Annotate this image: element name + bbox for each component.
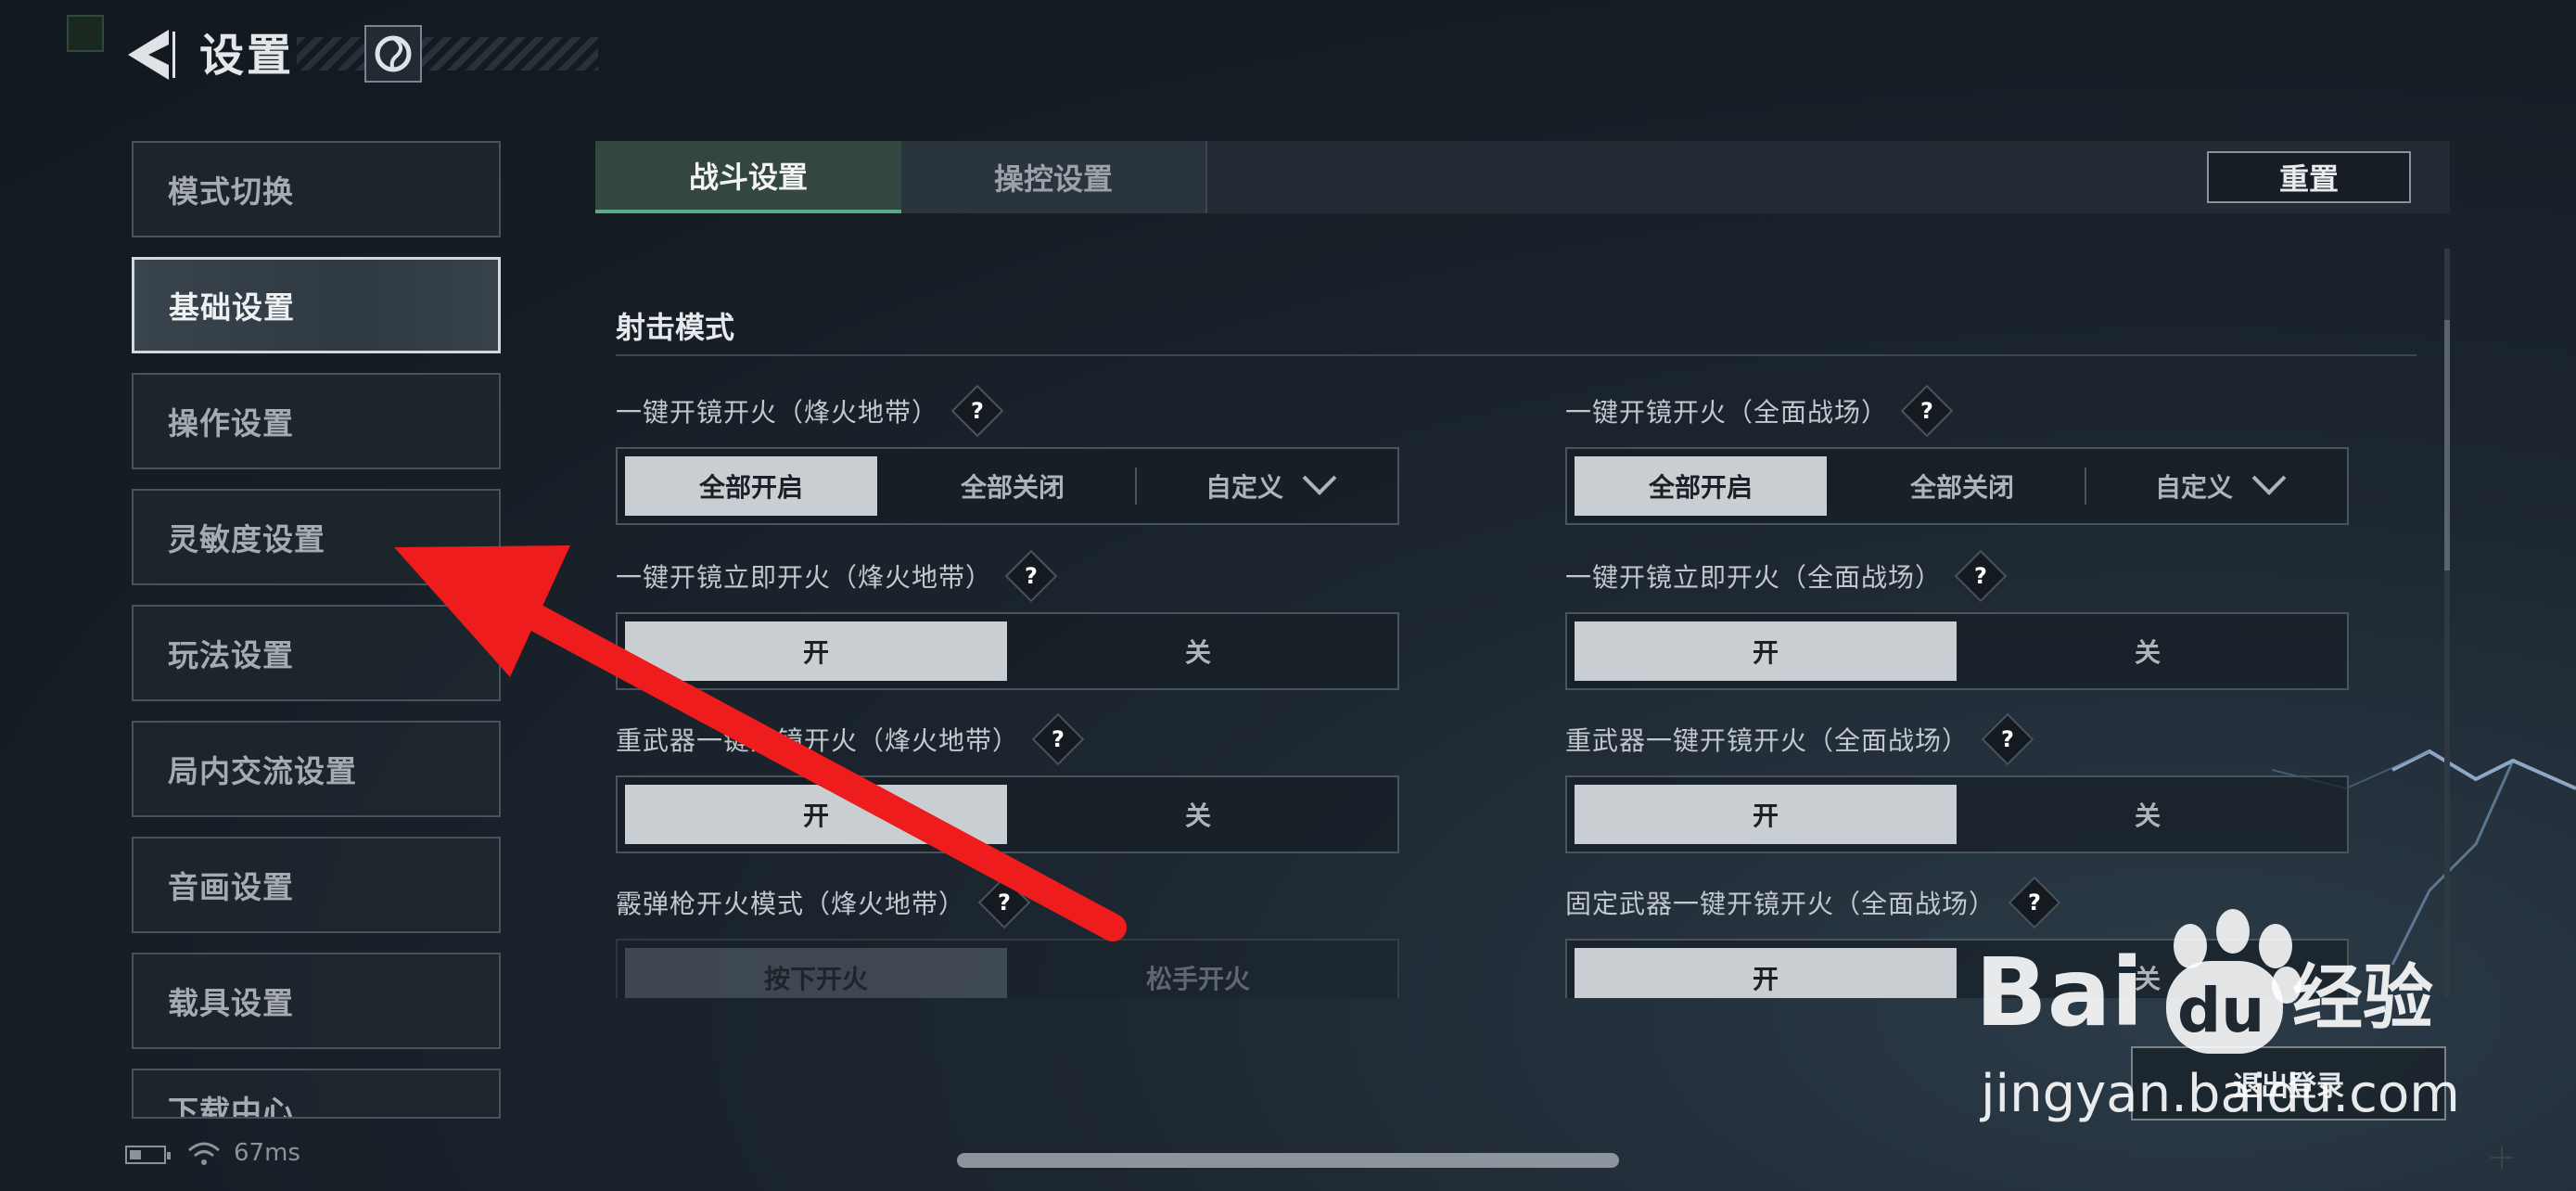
sidebar-item-download-center[interactable]: 下载中心 (132, 1069, 501, 1119)
setting-label: 重武器一键开镜开火（全面战场） (1565, 725, 1970, 756)
watermark-url: jingyan.baidu.com (1979, 1064, 2460, 1124)
toggle-control: 开 关 (1565, 612, 2349, 690)
setting-label: 一键开镜开火（烽火地带） (616, 397, 939, 428)
setting-label-row: 一键开镜开火（全面战场） ? (1565, 384, 1954, 438)
battery-icon (125, 1146, 171, 1164)
corner-marker (67, 15, 104, 52)
option-custom-dropdown[interactable]: 自定义 (2092, 456, 2344, 516)
watermark-suffix: 经验 (2292, 956, 2433, 1039)
option-all-off[interactable]: 全部关闭 (886, 456, 1139, 516)
baidu-watermark: Bai du 经验 jingyan.baidu.com (1975, 909, 2460, 1124)
option-press-fire[interactable]: 按下开火 (625, 948, 1007, 998)
setting-label: 固定武器一键开镜开火（全面战场） (1565, 889, 1996, 919)
help-icon[interactable]: ? (1981, 712, 2034, 766)
help-icon[interactable]: ? (1900, 384, 1954, 438)
option-all-on[interactable]: 全部开启 (1575, 456, 1827, 516)
wifi-icon (188, 1142, 220, 1165)
home-indicator[interactable] (957, 1153, 1619, 1168)
reset-button[interactable]: 重置 (2207, 151, 2411, 203)
header-decoration-stripes (297, 37, 598, 70)
sidebar-item-label: 下载中心 (168, 1094, 294, 1119)
tab-combat-settings[interactable]: 战斗设置 (595, 141, 901, 213)
annotation-arrow (394, 545, 1127, 941)
sidebar-item-label: 基础设置 (169, 289, 295, 326)
setting-label: 一键开镜开火（全面战场） (1565, 397, 1889, 428)
avatar-icon (375, 35, 412, 72)
scrollbar-thumb[interactable] (2444, 320, 2450, 570)
help-icon[interactable]: ? (950, 384, 1004, 438)
sidebar-item-mode-switch[interactable]: 模式切换 (132, 141, 501, 237)
sidebar-item-label: 玩法设置 (168, 637, 294, 673)
sidebar-item-label: 音画设置 (168, 869, 294, 905)
option-custom-label: 自定义 (1205, 472, 1283, 503)
toggle-control: 开 关 (1565, 775, 2349, 853)
sidebar-item-label: 灵敏度设置 (168, 521, 325, 557)
toggle-control: 按下开火 松手开火 (616, 939, 1399, 998)
help-icon[interactable]: ? (1954, 549, 2008, 603)
option-custom-dropdown[interactable]: 自定义 (1142, 456, 1395, 516)
sidebar-item-basic-settings[interactable]: 基础设置 (132, 257, 501, 353)
setting-label-row: 一键开镜立即开火（全面战场） ? (1565, 549, 2008, 603)
sidebar-item-vehicle-settings[interactable]: 载具设置 (132, 953, 501, 1049)
option-on[interactable]: 开 (1575, 785, 1957, 844)
option-separator (2085, 467, 2086, 505)
sidebar-item-label: 操作设置 (168, 405, 294, 442)
page-title: 设置 (199, 30, 295, 82)
back-arrow-icon[interactable] (121, 24, 176, 85)
sidebar-item-label: 载具设置 (168, 985, 294, 1021)
option-off[interactable]: 关 (1957, 785, 2339, 844)
watermark-du: du (2177, 975, 2264, 1046)
option-release-fire[interactable]: 松手开火 (1007, 948, 1389, 998)
chevron-down-icon (1302, 461, 1337, 495)
plus-icon (2491, 1146, 2513, 1169)
section-divider (616, 354, 2417, 356)
option-on[interactable]: 开 (1575, 621, 1957, 681)
sidebar-item-operation-settings[interactable]: 操作设置 (132, 373, 501, 469)
chevron-down-icon (2251, 461, 2287, 495)
section-title: 射击模式 (616, 310, 735, 345)
setting-label: 一键开镜立即开火（全面战场） (1565, 562, 1943, 593)
sidebar-item-label: 局内交流设置 (168, 753, 357, 789)
option-all-off[interactable]: 全部关闭 (1836, 456, 2088, 516)
setting-label-row: 一键开镜开火（烽火地带） ? (616, 384, 1004, 438)
watermark-brand: Bai (1975, 938, 2144, 1048)
option-all-on[interactable]: 全部开启 (625, 456, 877, 516)
segmented-control: 全部开启 全部关闭 自定义 (616, 447, 1399, 525)
ping-readout: 67ms (234, 1139, 300, 1167)
option-on[interactable]: 开 (1575, 948, 1957, 998)
avatar[interactable] (364, 25, 422, 83)
option-separator (1135, 467, 1137, 505)
segmented-control: 全部开启 全部关闭 自定义 (1565, 447, 2349, 525)
setting-label-row: 重武器一键开镜开火（全面战场） ? (1565, 712, 2034, 766)
tab-control-settings[interactable]: 操控设置 (901, 141, 1207, 213)
option-off[interactable]: 关 (1957, 621, 2339, 681)
option-custom-label: 自定义 (2154, 472, 2233, 503)
sidebar-item-label: 模式切换 (168, 173, 294, 210)
